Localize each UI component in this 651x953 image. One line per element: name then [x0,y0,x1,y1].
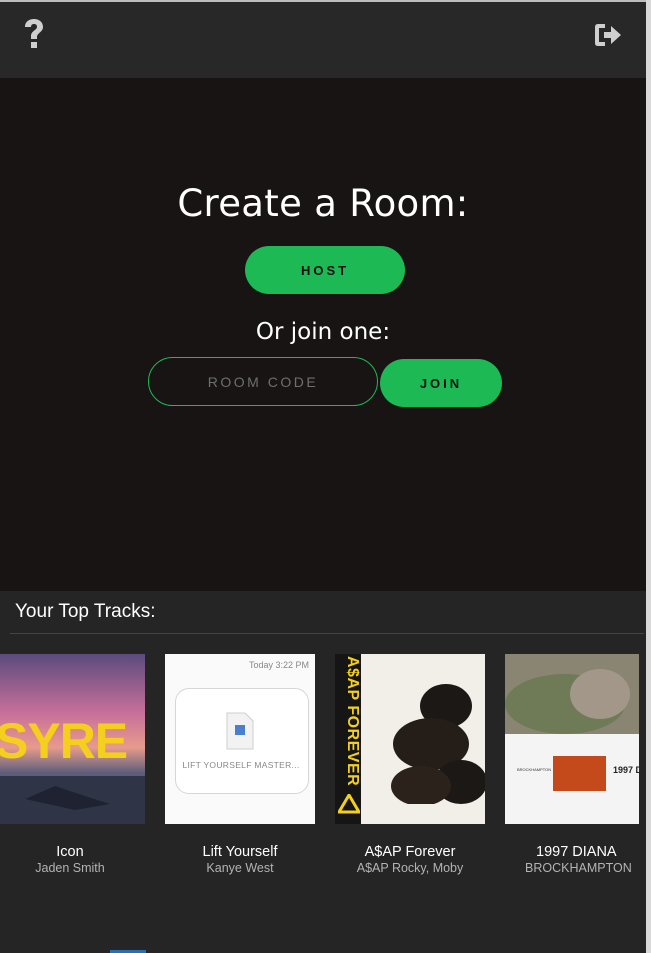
track-card-1997-diana[interactable]: BROCKHAMPTON 1997 DIANA 1997 DIANA BROCK… [505,654,651,875]
cover-art-text: A$AP FOREVER [344,656,361,787]
recycle-icon [338,794,360,814]
track-card-lift-yourself[interactable]: Today 3:22 PM LIFT YOURSELF MASTER... Li… [165,654,315,875]
top-bar [0,0,646,80]
track-name: 1997 DIANA [536,844,617,860]
question-mark-icon[interactable] [22,18,46,50]
create-room-panel: Create a Room: HOST Or join one: JOIN [0,78,646,591]
track-artist: Jaden Smith [35,861,105,875]
cover-painting [553,756,606,791]
divider [10,633,644,634]
cover-timestamp: Today 3:22 PM [248,660,309,670]
join-button[interactable]: JOIN [380,359,502,407]
album-cover: Today 3:22 PM LIFT YOURSELF MASTER... [165,654,315,824]
album-cover: BROCKHAMPTON 1997 DIANA [505,654,639,824]
track-artist: A$AP Rocky, Moby [356,861,464,875]
top-tracks-section: Your Top Tracks: SYRE Icon Jaden Smith T… [0,591,646,953]
track-name: A$AP Forever [364,844,456,860]
sign-out-icon[interactable] [594,22,622,48]
cover-label: BROCKHAMPTON [517,767,552,772]
section-title: Your Top Tracks: [15,601,156,622]
join-subtitle: Or join one: [255,319,391,345]
album-cover: A$AP FOREVER [335,654,485,824]
track-artist: Kanye West [206,861,274,875]
cover-art-text: SYRE [0,713,128,769]
track-name: Lift Yourself [202,844,278,860]
album-cover: SYRE [0,654,145,824]
host-button[interactable]: HOST [245,246,405,294]
track-artist: BROCKHAMPTON [525,861,632,875]
track-card-asap-forever[interactable]: A$AP FOREVER A$AP Forever A$AP Rocky, Mo… [335,654,485,875]
track-card-icon[interactable]: SYRE Icon Jaden Smith [0,654,145,875]
track-name: Icon [56,844,84,860]
cover-art-text: LIFT YOURSELF MASTER... [182,760,300,770]
page-title: Create a Room: [177,182,469,225]
cover-art-text: 1997 DIANA [613,765,639,775]
room-code-input[interactable] [148,357,378,406]
document-icon [226,712,254,750]
